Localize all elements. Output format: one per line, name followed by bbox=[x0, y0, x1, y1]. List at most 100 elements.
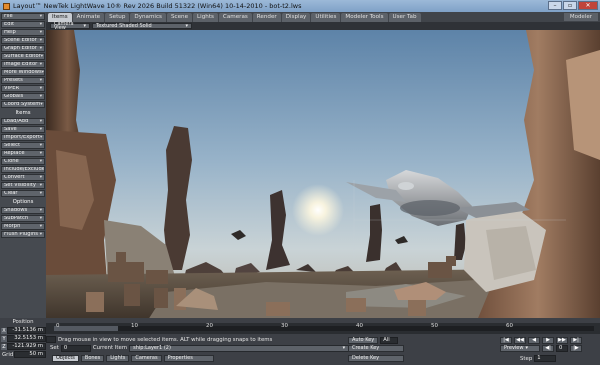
sidebar-button-shadows[interactable]: Shadows ▾ bbox=[1, 207, 45, 214]
next-key-button[interactable]: ▶▶ bbox=[556, 336, 568, 344]
x-position-field[interactable]: -31.5136 m bbox=[7, 327, 46, 334]
view-mode-dropdown[interactable]: Camera View ▾ bbox=[50, 22, 90, 31]
create-key-button[interactable]: Create Key bbox=[348, 344, 404, 352]
chevron-down-icon: ▾ bbox=[39, 46, 42, 51]
tab-lights[interactable]: Lights bbox=[193, 13, 218, 22]
sidebar-button-import-export[interactable]: Import/Export ▾ bbox=[1, 134, 45, 141]
lights-label: Lights bbox=[110, 355, 126, 361]
cameras-button[interactable]: Cameras bbox=[131, 355, 162, 362]
status-indicator bbox=[46, 336, 56, 343]
chevron-down-icon: ▾ bbox=[39, 232, 42, 237]
sidebar-button-presets[interactable]: Presets ▾ bbox=[1, 77, 45, 84]
current-item-dropdown[interactable]: ship:Layer1 (2) ▾ bbox=[129, 344, 350, 352]
objects-button[interactable]: Objects bbox=[52, 355, 79, 362]
sidebar-button-flush-plugins[interactable]: Flush Plugins ▾ bbox=[1, 231, 45, 238]
scene-render bbox=[46, 30, 600, 323]
chevron-down-icon: ▾ bbox=[39, 62, 42, 67]
sidebar-button-label: File bbox=[4, 13, 13, 19]
lights-button[interactable]: Lights bbox=[106, 355, 130, 362]
set-frame-field[interactable]: 0 bbox=[60, 344, 91, 352]
minimize-button[interactable]: – bbox=[548, 1, 562, 10]
chevron-down-icon: ▾ bbox=[39, 86, 42, 91]
timeline-ruler[interactable]: 0 10 20 30 40 50 60 bbox=[46, 323, 600, 334]
sidebar-button-include-exclude[interactable]: Include/Exclude▾ bbox=[1, 166, 45, 173]
chevron-down-icon: ▾ bbox=[185, 23, 188, 29]
position-panel: Position X -31.5136 m Y 32.5153 m Z -121… bbox=[0, 318, 46, 365]
sidebar-button-label: More Windows bbox=[4, 69, 42, 75]
chevron-down-icon: ▾ bbox=[39, 143, 42, 148]
sidebar-button-load-add[interactable]: Load/Add ▾ bbox=[1, 118, 45, 125]
tab-display[interactable]: Display bbox=[281, 13, 311, 22]
sidebar-button-label: Surface Editor bbox=[4, 53, 41, 59]
close-button[interactable]: ✕ bbox=[578, 1, 598, 10]
current-frame-field[interactable]: 0 bbox=[556, 344, 568, 352]
sidebar-button-image-editor[interactable]: Image Editor ▾ bbox=[1, 61, 45, 68]
modeler-button[interactable]: Modeler bbox=[563, 13, 598, 21]
delete-key-button[interactable]: Delete Key bbox=[348, 355, 404, 362]
sidebar-button-replace[interactable]: Replace ▾ bbox=[1, 150, 45, 157]
sidebar-button-convert[interactable]: Convert ▾ bbox=[1, 174, 45, 181]
z-position-field[interactable]: -121.929 m bbox=[7, 343, 46, 350]
properties-button[interactable]: Properties bbox=[163, 355, 214, 362]
timeline-tick-label: 30 bbox=[281, 323, 288, 329]
tab-render[interactable]: Render bbox=[252, 13, 281, 22]
sidebar-button-morph[interactable]: Morph ▾ bbox=[1, 223, 45, 230]
step-back-button[interactable]: ◀| bbox=[542, 344, 554, 352]
sidebar-button-label: Include/Exclude bbox=[4, 166, 45, 172]
tab-modeler-tools[interactable]: Modeler Tools bbox=[341, 13, 388, 22]
sidebar-button-globals[interactable]: Globals ▾ bbox=[1, 93, 45, 100]
sidebar-button-select[interactable]: Select ▾ bbox=[1, 142, 45, 149]
sidebar-button-edit[interactable]: Edit ▾ bbox=[1, 21, 45, 28]
sidebar-button-clone[interactable]: Clone ▾ bbox=[1, 158, 45, 165]
step-forward-button[interactable]: |▶ bbox=[570, 344, 582, 352]
chevron-down-icon: ▾ bbox=[39, 94, 42, 99]
first-frame-button[interactable]: |◀ bbox=[500, 336, 512, 344]
sidebar-button-surface-editor[interactable]: Surface Editor ▾ bbox=[1, 53, 45, 60]
chevron-down-icon: ▾ bbox=[39, 159, 42, 164]
chevron-down-icon: ▾ bbox=[39, 183, 42, 188]
step-field[interactable]: 1 bbox=[534, 355, 557, 362]
sidebar-button-save[interactable]: Save ▾ bbox=[1, 126, 45, 133]
maximize-button[interactable]: ▫ bbox=[563, 1, 577, 10]
tab-dynamics[interactable]: Dynamics bbox=[130, 13, 166, 22]
sidebar-button-graph-editor[interactable]: Graph Editor ▾ bbox=[1, 45, 45, 52]
auto-key-mode[interactable]: All bbox=[380, 336, 399, 344]
tab-animate[interactable]: Animate bbox=[72, 13, 105, 22]
sidebar-button-label: Select bbox=[4, 142, 21, 148]
tab-utilities[interactable]: Utilities bbox=[311, 13, 341, 22]
prev-key-button[interactable]: ◀◀ bbox=[514, 336, 526, 344]
tab-setup[interactable]: Setup bbox=[105, 13, 130, 22]
play-reverse-button[interactable]: ◀ bbox=[528, 336, 540, 344]
toolbar-sidebar: File ▾ Edit ▾ Help ▾ Scene Editor ▾ Graph Editor… bbox=[0, 12, 46, 318]
sidebar-button-scene-editor[interactable]: Scene Editor ▾ bbox=[1, 37, 45, 44]
render-mode-dropdown[interactable]: Textured Shaded Solid ▾ bbox=[92, 23, 192, 29]
sidebar-button-viper[interactable]: VIPER ▾ bbox=[1, 85, 45, 92]
bones-button[interactable]: Bones bbox=[80, 355, 105, 362]
sidebar-button-help[interactable]: Help ▾ bbox=[1, 29, 45, 36]
play-button[interactable]: ▶ bbox=[542, 336, 554, 344]
sidebar-button-more-windows[interactable]: More Windows ▾ bbox=[1, 69, 45, 76]
tab-scene[interactable]: Scene bbox=[166, 13, 193, 22]
current-item-row: Set 0 Current Item ship:Layer1 (2) ▾ bbox=[46, 344, 350, 352]
tab-cameras[interactable]: Cameras bbox=[218, 13, 252, 22]
options-section-header: Options bbox=[12, 199, 34, 205]
sidebar-button-file[interactable]: File ▾ bbox=[1, 13, 45, 20]
sidebar-button-set-visibility[interactable]: Set Visibility ▾ bbox=[1, 182, 45, 189]
sidebar-button-label: Image Editor bbox=[4, 61, 38, 67]
sidebar-button-label: Presets bbox=[4, 77, 23, 83]
sidebar-button-clear[interactable]: Clear ▾ bbox=[1, 190, 45, 197]
auto-key-button[interactable]: Auto Key bbox=[348, 336, 379, 344]
tab-user-tab[interactable]: User Tab bbox=[388, 13, 421, 22]
viewport-3d[interactable] bbox=[46, 30, 600, 323]
last-frame-button[interactable]: ▶| bbox=[570, 336, 582, 344]
chevron-down-icon: ▾ bbox=[39, 22, 42, 27]
sidebar-button-coord-system[interactable]: Coord System ▾ bbox=[1, 101, 45, 108]
grid-field[interactable]: 50 m bbox=[14, 351, 46, 358]
chevron-down-icon: ▾ bbox=[83, 23, 86, 29]
chevron-down-icon: ▾ bbox=[525, 344, 528, 351]
sidebar-button-label: Shadows bbox=[4, 207, 28, 213]
y-position-field[interactable]: 32.5153 m bbox=[7, 335, 46, 342]
preview-button[interactable]: Preview ▾ bbox=[500, 344, 540, 352]
frame-slider[interactable] bbox=[54, 326, 118, 331]
sidebar-button-subpatch[interactable]: SubPatch ▾ bbox=[1, 215, 45, 222]
